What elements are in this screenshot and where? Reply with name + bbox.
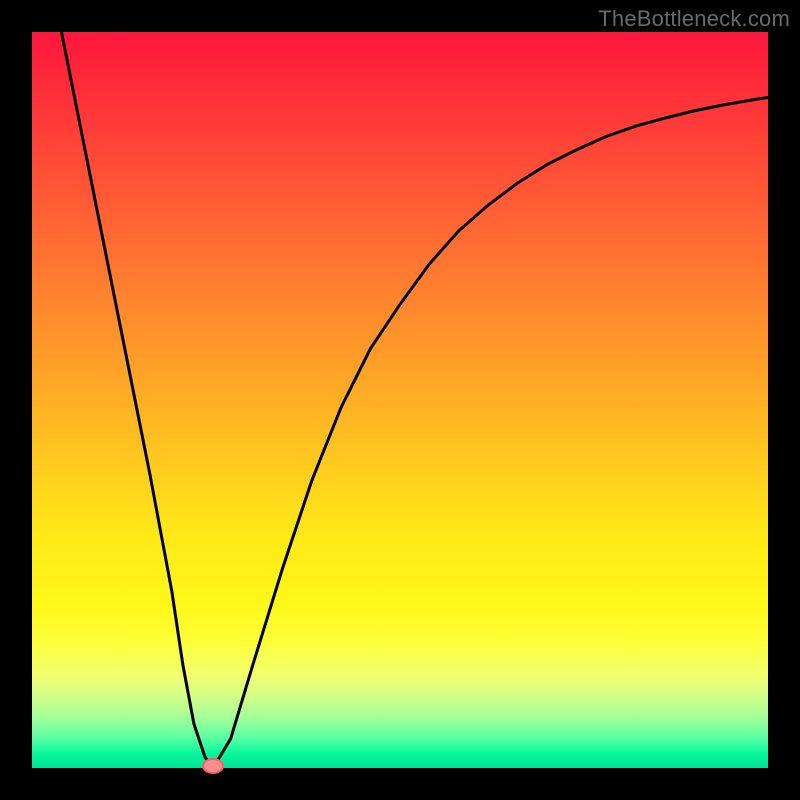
plot-area — [32, 32, 768, 768]
chart-frame: TheBottleneck.com — [0, 0, 800, 800]
line-series — [32, 32, 768, 768]
minimum-marker — [202, 758, 224, 774]
bottleneck-curve — [61, 32, 768, 768]
watermark-text: TheBottleneck.com — [598, 6, 790, 32]
